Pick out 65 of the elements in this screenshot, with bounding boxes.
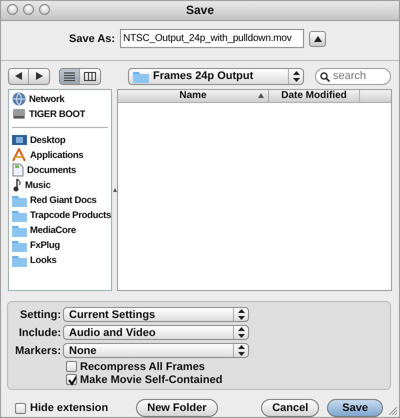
sidebar-item[interactable]: Applications [9, 148, 111, 163]
checkbox-label: Hide extension [30, 402, 108, 414]
sidebar-item[interactable]: Music [9, 178, 111, 193]
column-header[interactable]: Date Modified [269, 90, 360, 102]
sidebar-item[interactable]: Trapcode Products [9, 208, 111, 223]
folder-icon [12, 208, 27, 222]
new-folder-button[interactable]: New Folder [136, 399, 218, 417]
music-note-icon [12, 178, 22, 192]
cancel-button[interactable]: Cancel [261, 399, 320, 417]
checkmark-icon [67, 374, 76, 386]
document-icon [12, 163, 24, 178]
applications-icon [12, 148, 27, 162]
globe-icon [12, 92, 26, 106]
option-label: Setting: [19, 308, 62, 321]
sidebar-item[interactable]: FxPlug [9, 238, 111, 253]
window-title: Save [186, 3, 214, 18]
sidebar-item[interactable]: TIGER BOOT [9, 106, 111, 122]
location-popup[interactable]: Frames 24p Output [128, 68, 304, 85]
stepper-icon [238, 327, 244, 338]
disclosure-icon [314, 36, 322, 42]
sidebar-item[interactable]: Looks [9, 252, 111, 268]
folder-icon [12, 254, 27, 267]
stepper-icon [292, 70, 300, 82]
forward-arrow-icon [36, 72, 42, 80]
file-name-field[interactable]: NTSC_Output_24p_with_pulldown.mov [120, 29, 304, 48]
stepper-icon [238, 345, 244, 356]
save-as-label: Save As: [69, 32, 116, 45]
search-icon [320, 72, 330, 82]
sidebar-item[interactable]: Desktop [9, 132, 111, 148]
checkbox[interactable] [15, 402, 26, 414]
back-button[interactable] [9, 68, 29, 84]
zoom-button[interactable] [39, 4, 50, 15]
columns-icon [84, 72, 96, 81]
checkbox-label: Make Movie Self-Contained [80, 374, 222, 386]
sidebar-item[interactable]: MediaCore [9, 222, 111, 238]
sidebar-item[interactable]: Network [9, 92, 111, 107]
list-view-button[interactable] [60, 68, 80, 84]
desktop-icon [12, 134, 27, 146]
checkbox[interactable] [66, 374, 77, 386]
stepper-icon [238, 309, 244, 320]
sidebar-item[interactable]: Red Giant Docs [9, 192, 111, 208]
checkbox[interactable] [66, 361, 77, 372]
folder-icon [133, 70, 149, 83]
forward-button[interactable] [29, 68, 49, 84]
hard-drive-icon [12, 107, 26, 122]
folder-icon [12, 238, 27, 252]
close-button[interactable] [7, 4, 18, 15]
popup-menu[interactable]: None [63, 343, 249, 358]
expand-button[interactable] [309, 30, 326, 47]
checkbox-label: Recompress All Frames [80, 360, 205, 373]
folder-icon [12, 224, 27, 237]
popup-menu[interactable]: Audio and Video [63, 325, 249, 340]
sidebar-item[interactable]: Documents [9, 162, 111, 178]
popup-menu[interactable]: Current Settings [63, 307, 249, 322]
resize-grip-icon[interactable] [387, 405, 397, 415]
back-arrow-icon [15, 72, 22, 80]
minimize-button[interactable] [23, 4, 34, 15]
folder-icon [12, 194, 27, 207]
option-label: Include: [18, 326, 62, 339]
list-icon [64, 72, 75, 81]
save-button[interactable]: Save [327, 399, 383, 417]
column-header[interactable]: Name [118, 90, 269, 102]
search-field[interactable]: search [315, 68, 391, 85]
column-view-button[interactable] [80, 68, 100, 84]
option-label: Markers: [14, 344, 62, 357]
